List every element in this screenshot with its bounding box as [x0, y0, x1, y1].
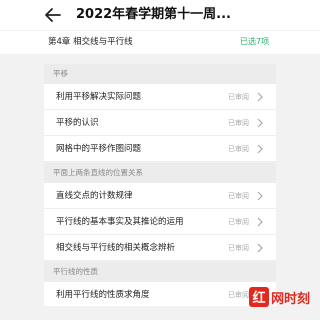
- list-item[interactable]: 利用平移解决实际问题 已审阅: [44, 84, 276, 110]
- list-item[interactable]: 平移的认识 已审阅: [44, 110, 276, 136]
- chevron-right-icon: [257, 144, 263, 154]
- chapter-title: 第4章 相交线与平行线: [48, 37, 133, 47]
- watermark-logo: 红 网时刻: [249, 287, 310, 307]
- chevron-right-icon: [257, 191, 263, 201]
- status-text: 已审阅: [228, 291, 249, 299]
- selected-count[interactable]: 已选7项: [240, 35, 269, 49]
- item-label: 利用平行线的性质求角度: [56, 290, 150, 300]
- svg-text:网时刻: 网时刻: [271, 291, 310, 307]
- item-label: 相交线与平行线的相关概念辨析: [56, 243, 176, 253]
- arrow-left-icon[interactable]: [44, 6, 62, 24]
- section-header: 平行线的性质: [44, 262, 276, 282]
- list-item[interactable]: 相交线与平行线的相关概念辨析 已审阅: [44, 235, 276, 261]
- status-text: 已审阅: [228, 192, 249, 200]
- section-header: 平面上两条直线的位置关系: [44, 163, 276, 183]
- chevron-right-icon: [257, 92, 263, 102]
- section-title: 平面上两条直线的位置关系: [53, 168, 143, 177]
- top-bar: 2022年春学期第十一周...: [0, 0, 320, 30]
- chevron-right-icon: [257, 243, 263, 253]
- section-title: 平移: [53, 69, 68, 78]
- item-label: 平行线的基本事实及其推论的运用: [56, 217, 184, 227]
- status-text: 已审阅: [228, 145, 249, 153]
- item-label: 网格中的平移作图问题: [56, 144, 142, 154]
- item-label: 直线交点的计数规律: [56, 191, 133, 201]
- status-text: 已审阅: [228, 119, 249, 127]
- list-item[interactable]: 直线交点的计数规律 已审阅: [44, 183, 276, 209]
- status-text: 已审阅: [228, 93, 249, 101]
- section-header: 平移: [44, 64, 276, 84]
- status-text: 已审阅: [228, 218, 249, 226]
- chapter-bar: 第4章 相交线与平行线 已选7项: [0, 31, 320, 54]
- list-item[interactable]: 利用平行线的性质求角度 已审阅: [44, 282, 276, 308]
- chevron-right-icon: [257, 217, 263, 227]
- svg-text:红: 红: [252, 290, 265, 306]
- item-label: 利用平移解决实际问题: [56, 92, 142, 102]
- status-text: 已审阅: [228, 244, 249, 252]
- item-label: 平移的认识: [56, 118, 99, 128]
- page-title: 2022年春学期第十一周...: [76, 7, 231, 22]
- list-item[interactable]: 网格中的平移作图问题 已审阅: [44, 136, 276, 162]
- chevron-right-icon: [257, 118, 263, 128]
- list-item[interactable]: 平行线的基本事实及其推论的运用 已审阅: [44, 209, 276, 235]
- section-title: 平行线的性质: [53, 267, 98, 276]
